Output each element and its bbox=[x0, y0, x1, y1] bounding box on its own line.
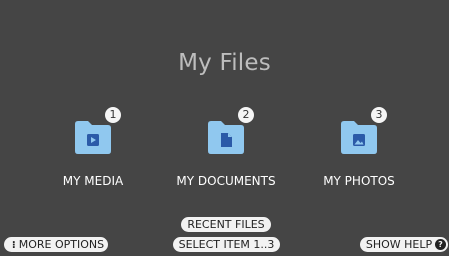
tile-label: MY DOCUMENTS bbox=[176, 174, 276, 188]
tile-badge: 2 bbox=[238, 107, 254, 123]
tile-badge: 1 bbox=[105, 107, 121, 123]
show-help-button[interactable]: SHOW HELP ? bbox=[360, 237, 448, 252]
more-options-label: MORE OPTIONS bbox=[18, 238, 105, 251]
tile-badge: 3 bbox=[371, 107, 387, 123]
folder-icon bbox=[208, 121, 244, 154]
tile-my-media[interactable]: 1 MY MEDIA bbox=[33, 104, 153, 190]
help-icon: ? bbox=[435, 239, 446, 250]
tile-my-photos[interactable]: 3 MY PHOTOS bbox=[299, 104, 419, 190]
show-help-label: SHOW HELP bbox=[365, 238, 433, 251]
more-options-icon: ⁝ bbox=[11, 240, 16, 251]
tile-label: MY PHOTOS bbox=[323, 174, 395, 188]
folder-icon bbox=[75, 121, 111, 154]
folder-icon bbox=[341, 121, 377, 154]
page-title: My Files bbox=[178, 50, 271, 76]
file-browser-screen: My Files 1 MY MEDIA 2 MY DOCUMENTS 3 MY … bbox=[0, 0, 449, 256]
select-item-button[interactable]: SELECT ITEM 1..3 bbox=[173, 237, 280, 252]
image-icon bbox=[353, 134, 365, 146]
tile-label: MY MEDIA bbox=[62, 174, 124, 188]
more-options-button[interactable]: ⁝ MORE OPTIONS bbox=[4, 237, 108, 252]
recent-files-button[interactable]: RECENT FILES bbox=[181, 217, 271, 232]
play-icon bbox=[87, 134, 99, 146]
tile-my-documents[interactable]: 2 MY DOCUMENTS bbox=[166, 104, 286, 190]
